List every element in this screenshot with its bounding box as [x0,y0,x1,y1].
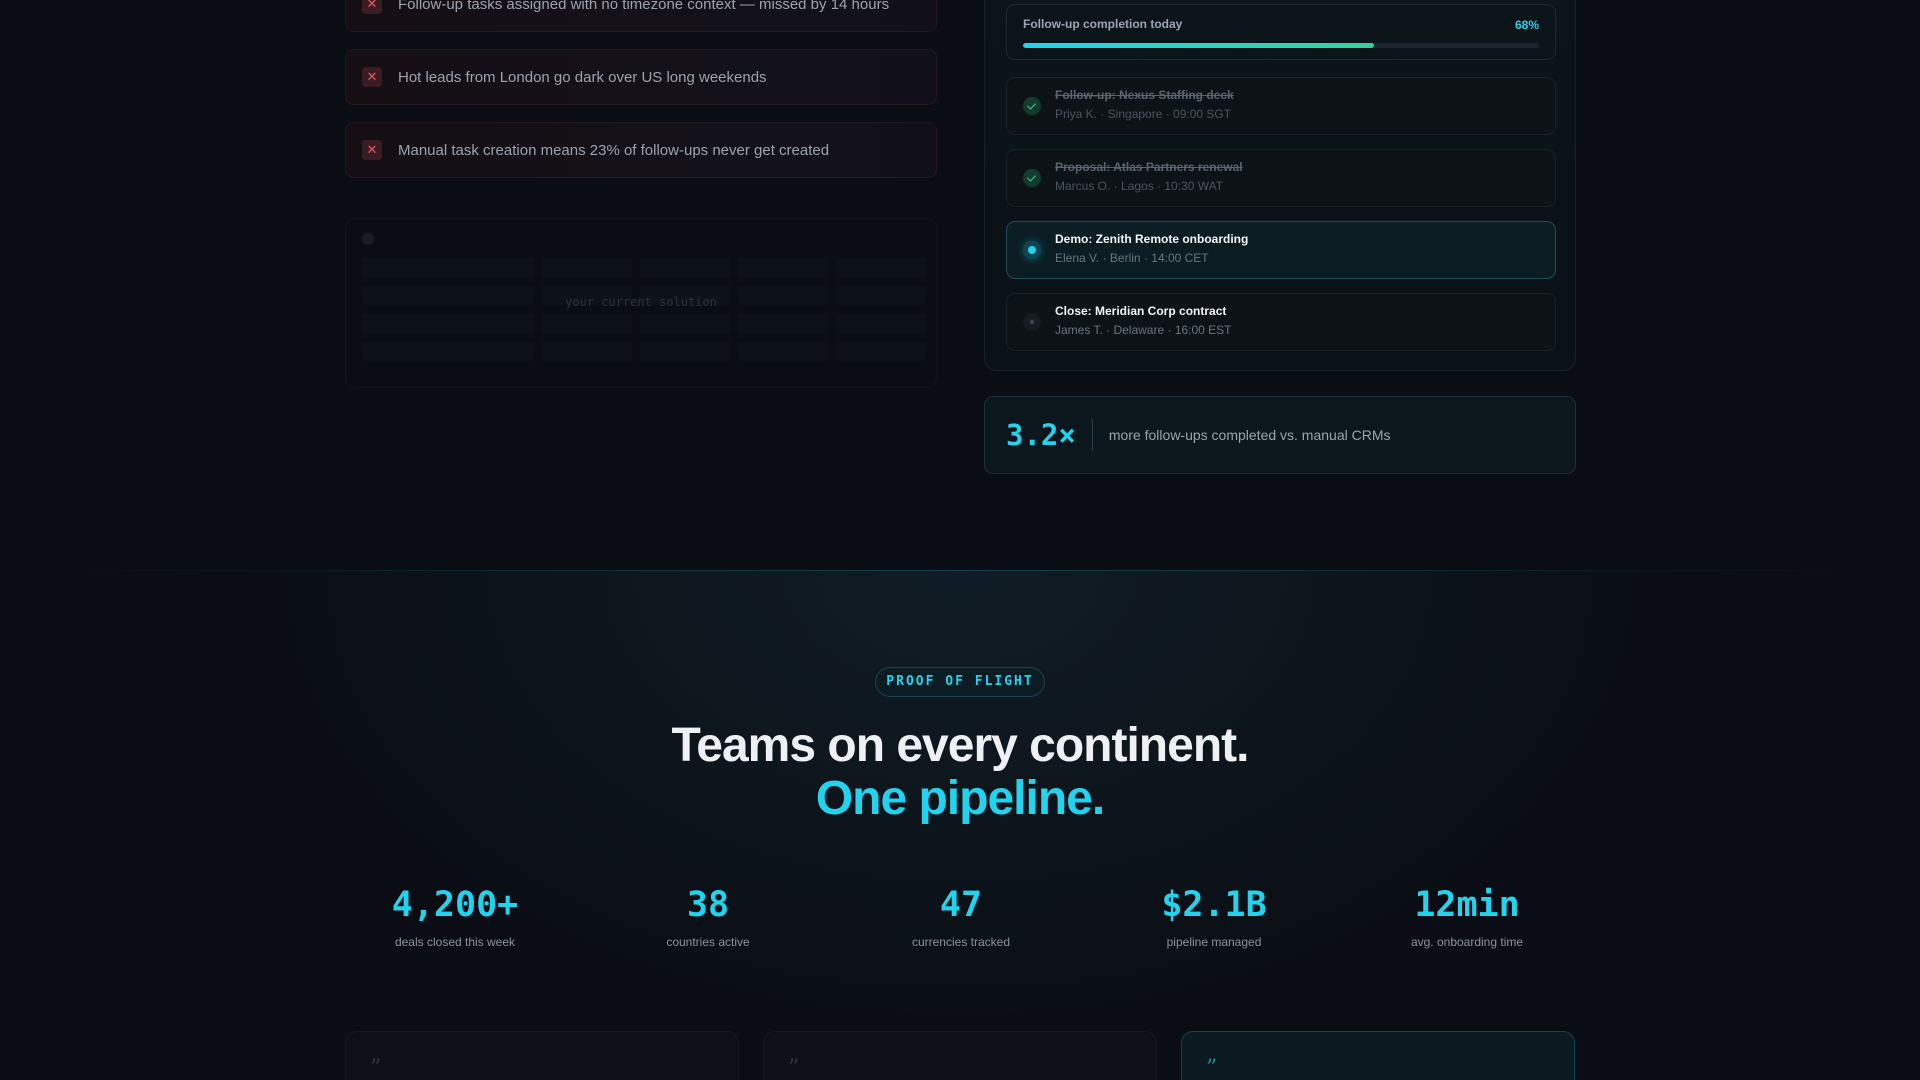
proof-pill: PROOF OF FLIGHT [875,667,1045,697]
followup-progress-card: Follow-up completion today 68% [1006,4,1556,60]
progress-bar-fill [1023,43,1374,48]
ghost-cell [738,313,828,333]
metric-value: 47 [939,885,983,925]
ghost-cell [738,257,828,277]
stat-card: 3.2× more follow-ups completed vs. manua… [984,396,1576,474]
ghost-cell [738,341,828,361]
progress-bar [1023,43,1539,48]
ghost-cell [362,257,534,277]
task-title: Proposal: Atlas Partners renewal [1055,160,1243,174]
metric: 38 countries active [598,885,818,949]
task-status-icon [1023,313,1041,331]
dot-icon [362,233,374,245]
metric-label: countries active [666,935,750,949]
ghost-cell [640,257,730,277]
headline-line-1: Teams on every continent. [671,719,1250,772]
ghost-cell [640,341,730,361]
ghost-table-label: your current solution [565,295,717,309]
headline-line-2: One pipeline. [815,772,1105,825]
stat-value: 3.2× [1006,418,1076,452]
metric: 47 currencies tracked [851,885,1071,949]
task-meta: Marcus O. · Lagos · 10:30 WAT [1055,179,1224,193]
ghost-cell [362,313,534,333]
landing-page: ✕ Follow-up tasks assigned with no timez… [0,0,1920,1080]
metric-label: avg. onboarding time [1410,935,1524,949]
ghost-cell [542,313,632,333]
task-title: Close: Meridian Corp contract [1055,304,1227,318]
problem-text: Manual task creation means 23% of follow… [398,141,830,159]
problem-text: Follow-up tasks assigned with no timezon… [398,0,890,13]
current-solution-ghost-table: your current solution [345,218,937,388]
metric-label: deals closed this week [394,935,516,949]
metric-value: 38 [686,885,730,925]
ghost-cell [542,257,632,277]
ghost-cell [542,341,632,361]
task-meta: Priya K. · Singapore · 09:00 SGT [1055,107,1232,121]
progress-label: Follow-up completion today [1023,17,1183,31]
metrics-row: 4,200+ deals closed this week 38 countri… [345,885,1577,949]
task-meta: James T. · Delaware · 16:00 EST [1055,323,1232,337]
metric: 4,200+ deals closed this week [345,885,565,949]
problem-item: ✕ Follow-up tasks assigned with no timez… [345,0,937,32]
task-item[interactable]: Proposal: Atlas Partners renewal Marcus … [1006,149,1556,207]
section-headline: Teams on every continent. One pipeline. [0,719,1920,825]
task-title: Follow-up: Nexus Staffing deck [1055,88,1234,102]
quote-icon: ” [1206,1056,1218,1080]
testimonial-card-highlighted: ” [1181,1031,1575,1080]
problem-item: ✕ Hot leads from London go dark over US … [345,49,937,105]
ghost-cell [836,313,926,333]
task-item[interactable]: Close: Meridian Corp contract James T. ·… [1006,293,1556,351]
metric: 12min avg. onboarding time [1357,885,1577,949]
x-mark-icon: ✕ [362,140,382,160]
problem-text: Hot leads from London go dark over US lo… [398,68,767,86]
ghost-cell [836,341,926,361]
stat-divider [1091,419,1093,451]
progress-percent: 68% [1514,18,1539,32]
task-status-icon [1023,97,1041,115]
metric-value: 4,200+ [391,885,519,925]
ghost-cell [362,341,534,361]
ghost-cell [640,313,730,333]
x-mark-icon: ✕ [362,67,382,87]
problem-item: ✕ Manual task creation means 23% of foll… [345,122,937,178]
metric-value: 12min [1414,885,1520,925]
ghost-table-grid [362,257,926,361]
quote-icon: ” [788,1056,800,1080]
metric-label: pipeline managed [1166,935,1262,949]
task-status-icon [1023,241,1041,259]
metric: $2.1B pipeline managed [1104,885,1324,949]
task-item[interactable]: Follow-up: Nexus Staffing deck Priya K. … [1006,77,1556,135]
task-meta: Elena V. · Berlin · 14:00 CET [1055,251,1209,265]
testimonial-card: ” [345,1031,739,1080]
task-title: Demo: Zenith Remote onboarding [1055,232,1249,246]
ghost-table-header [362,233,920,245]
problem-list: ✕ Follow-up tasks assigned with no timez… [345,0,937,195]
testimonial-card: ” [763,1031,1157,1080]
metric-label: currencies tracked [911,935,1011,949]
followup-panel: Follow-up completion today 68% Follow-up… [984,0,1576,371]
x-mark-icon: ✕ [362,0,382,14]
quote-icon: ” [370,1056,382,1080]
stat-text: more follow-ups completed vs. manual CRM… [1108,427,1391,443]
metric-value: $2.1B [1161,885,1267,925]
ghost-cell [836,257,926,277]
task-status-icon [1023,169,1041,187]
task-item[interactable]: Demo: Zenith Remote onboarding Elena V. … [1006,221,1556,279]
